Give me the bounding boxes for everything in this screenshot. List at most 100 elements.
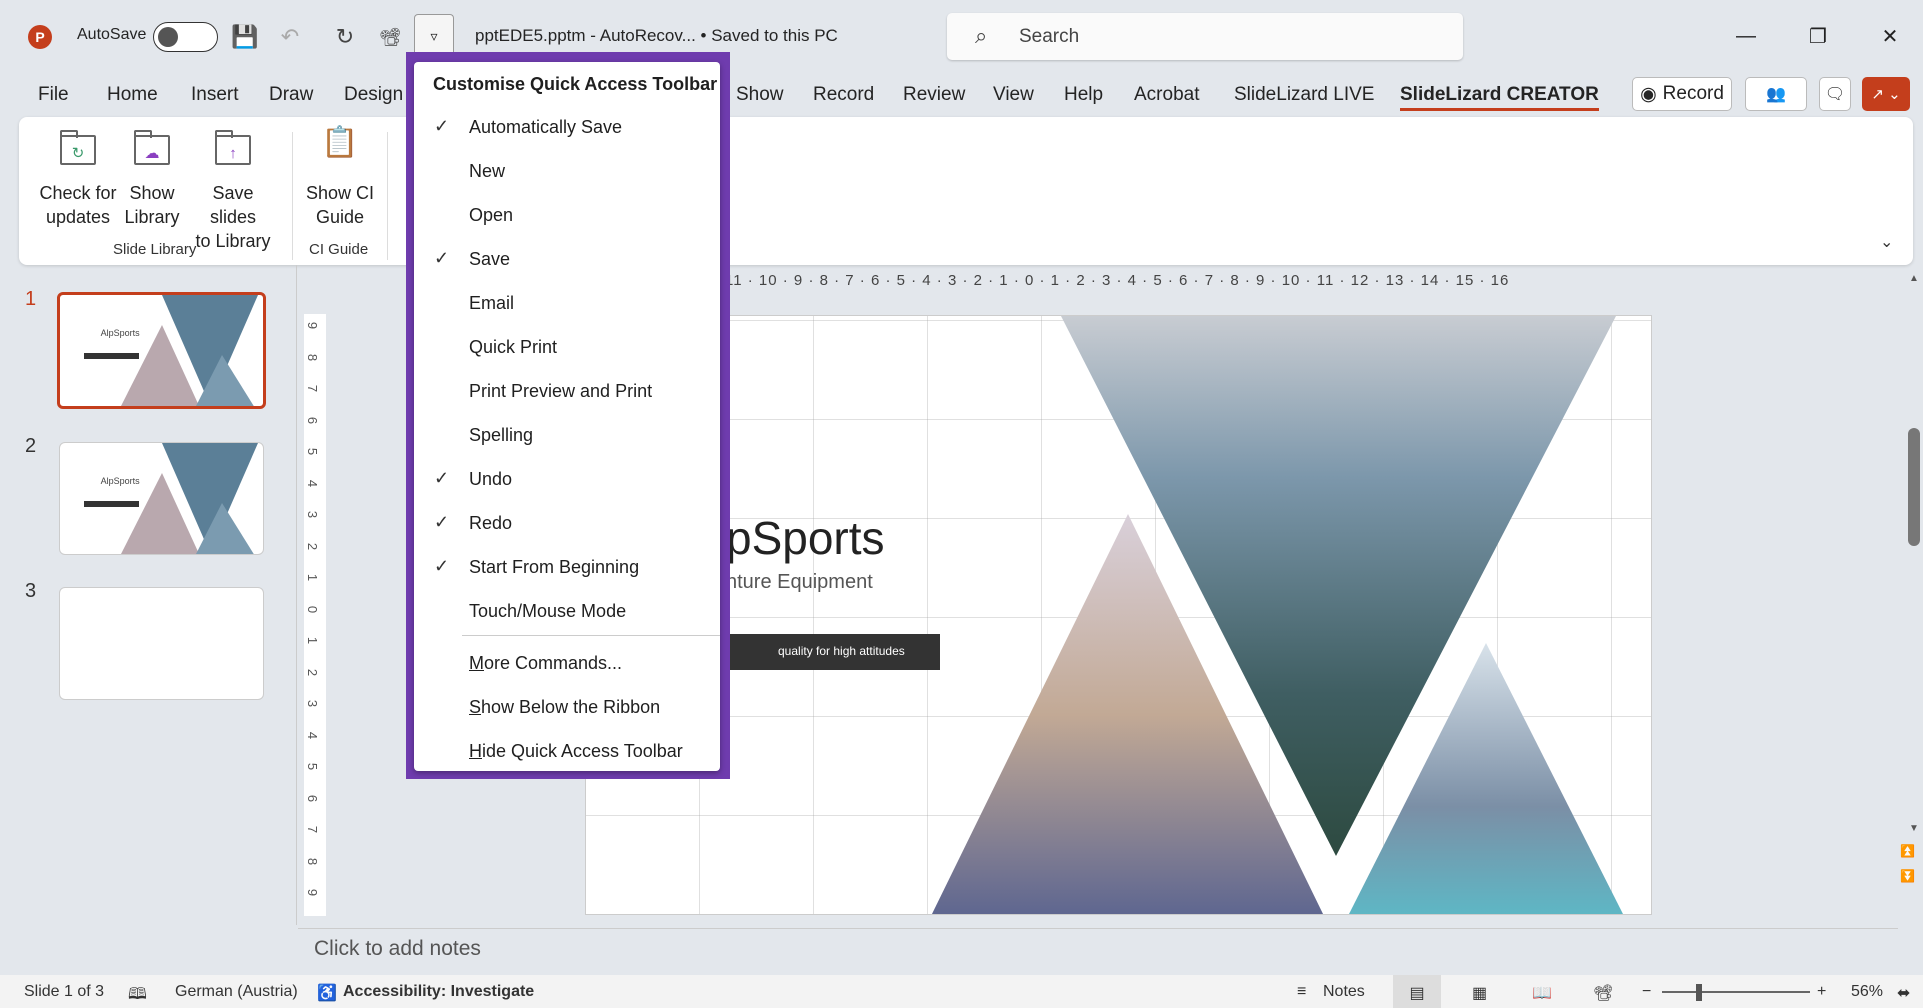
menu-item-print-preview-and-print[interactable]: Print Preview and Print <box>414 370 720 414</box>
tab-slide-show[interactable]: Show <box>736 84 784 106</box>
ruler-tick-label: 9 <box>305 321 321 330</box>
menu-item-email[interactable]: Email <box>414 282 720 326</box>
start-from-beginning-icon[interactable]: 📽 <box>375 22 405 52</box>
teams-button[interactable]: 👥 <box>1745 77 1807 111</box>
slide-title[interactable]: pSports <box>726 511 885 565</box>
slide-thumbnail-2[interactable]: AlpSports <box>59 442 264 555</box>
ruler-tick-label: 8 <box>305 857 321 865</box>
tab-slidelizard-live[interactable]: SlideLizard LIVE <box>1234 84 1374 106</box>
pane-divider[interactable] <box>296 265 297 925</box>
menu-item-new[interactable]: New <box>414 150 720 194</box>
tab-draw[interactable]: Draw <box>269 84 313 106</box>
reading-view-icon[interactable]: 📖 <box>1532 983 1552 1003</box>
button-label: Guide <box>315 207 365 227</box>
menu-command-more-commands-[interactable]: More Commands... <box>414 642 720 686</box>
slideshow-view-icon[interactable]: 📽 <box>1593 983 1613 1003</box>
notes-toggle[interactable]: Notes <box>1323 983 1365 1001</box>
menu-item-undo[interactable]: ✓ Undo <box>414 458 720 502</box>
comments-button[interactable]: 🗨 <box>1819 77 1851 111</box>
menu-item-save[interactable]: ✓ Save <box>414 238 720 282</box>
share-button[interactable]: ↗ ⌄ <box>1862 77 1910 111</box>
notes-pane[interactable]: Click to add notes <box>298 928 1898 970</box>
collapse-ribbon-icon[interactable]: ⌄ <box>1880 232 1893 252</box>
share-icon: ↗ ⌄ <box>1871 86 1901 103</box>
menu-item-automatically-save[interactable]: ✓ Automatically Save <box>414 106 720 150</box>
ruler-tick-label: 2 <box>305 668 321 676</box>
close-icon[interactable]: ✕ <box>1870 18 1910 54</box>
tab-record[interactable]: Record <box>813 84 874 106</box>
tab-review[interactable]: Review <box>903 84 965 106</box>
ruler-tick-label: 1 <box>305 636 321 645</box>
tab-help[interactable]: Help <box>1064 84 1103 106</box>
save-slides-to-library-button[interactable]: ↑ Save slides to Library <box>188 130 278 253</box>
menu-command-hide-quick-access-toolbar[interactable]: Hide Quick Access Toolbar <box>414 730 720 774</box>
tab-slidelizard-creator[interactable]: SlideLizard CREATOR <box>1400 84 1599 111</box>
fit-to-window-icon[interactable]: ⬌ <box>1897 983 1910 1003</box>
menu-item-label: Automatically Save <box>469 117 623 137</box>
record-button[interactable]: ◉ Record <box>1632 77 1732 111</box>
scroll-down-icon[interactable]: ▼ <box>1909 823 1919 834</box>
button-label: Library <box>124 207 180 227</box>
accelerator-key: S <box>469 697 482 717</box>
tab-file[interactable]: File <box>38 84 69 106</box>
zoom-level[interactable]: 56% <box>1851 983 1883 1001</box>
command-text: ide Quick Access Toolbar <box>482 741 683 761</box>
undo-icon[interactable]: ↶ <box>275 22 305 52</box>
button-label: Show <box>129 183 175 203</box>
accessibility-status[interactable]: Accessibility: Investigate <box>343 983 534 1001</box>
language-indicator[interactable]: German (Austria) <box>175 983 298 1001</box>
upload-folder-icon: ↑ <box>213 130 253 169</box>
thumb-image <box>121 443 258 554</box>
autosave-toggle[interactable] <box>153 22 218 52</box>
restore-icon[interactable]: ❐ <box>1798 18 1838 54</box>
next-slide-icon[interactable]: ⏬ <box>1900 870 1915 882</box>
zoom-slider[interactable] <box>1662 991 1810 993</box>
menu-item-label: Start From Beginning <box>469 557 640 577</box>
menu-item-touch-mouse-mode[interactable]: Touch/Mouse Mode <box>414 590 720 634</box>
menu-command-show-below-the-ribbon[interactable]: Show Below the Ribbon <box>414 686 720 730</box>
minimize-icon[interactable]: — <box>1726 18 1766 54</box>
search-box[interactable]: ⌕ Search <box>947 13 1463 60</box>
slide-sorter-icon[interactable]: ▦ <box>1472 983 1487 1003</box>
button-label: Check for <box>39 183 117 203</box>
menu-item-label: New <box>469 161 506 181</box>
slide-thumbnail-1[interactable]: AlpSports <box>57 292 266 409</box>
slide-canvas[interactable]: pSports nture Equipment quality for high… <box>585 315 1652 915</box>
search-input[interactable]: Search <box>1019 26 1079 48</box>
tab-home[interactable]: Home <box>107 84 158 106</box>
check-for-updates-button[interactable]: ↻ Check for updates <box>38 130 118 229</box>
tab-view[interactable]: View <box>993 84 1034 106</box>
menu-item-spelling[interactable]: Spelling <box>414 414 720 458</box>
menu-item-label: Redo <box>469 513 513 533</box>
group-divider <box>292 132 293 260</box>
slide-subtitle[interactable]: nture Equipment <box>726 571 873 594</box>
notes-placeholder[interactable]: Click to add notes <box>314 937 481 961</box>
spell-check-icon[interactable]: 🕮 <box>128 983 147 1008</box>
zoom-out-icon[interactable]: − <box>1642 983 1651 1001</box>
menu-item-redo[interactable]: ✓ Redo <box>414 502 720 546</box>
save-icon[interactable]: 💾 <box>230 22 260 52</box>
vertical-ruler: 9 8 7 6 5 4 3 2 1 0 1 2 3 4 5 6 7 8 9 <box>304 314 326 916</box>
menu-item-start-from-beginning[interactable]: ✓ Start From Beginning <box>414 546 720 590</box>
ruler-tick-label: 9 <box>305 888 321 897</box>
menu-item-quick-print[interactable]: Quick Print <box>414 326 720 370</box>
normal-view-icon[interactable]: ▤ <box>1393 975 1441 1008</box>
previous-slide-icon[interactable]: ⏫ <box>1900 845 1915 857</box>
button-label: to Library <box>195 231 271 251</box>
show-library-button[interactable]: ☁ Show Library <box>124 130 180 229</box>
menu-item-open[interactable]: Open <box>414 194 720 238</box>
redo-icon[interactable]: ↻ <box>330 22 360 52</box>
slide-thumbnail-3[interactable] <box>59 587 264 700</box>
scroll-thumb[interactable] <box>1908 428 1920 546</box>
group-divider <box>387 132 388 260</box>
ruler-tick-label: 4 <box>305 731 321 739</box>
tab-insert[interactable]: Insert <box>191 84 239 106</box>
show-ci-guide-button[interactable]: 📋 Show CI Guide <box>304 128 376 229</box>
zoom-slider-thumb[interactable] <box>1696 984 1702 1001</box>
group-label-ci-guide: CI Guide <box>309 241 369 258</box>
scroll-up-icon[interactable]: ▲ <box>1909 273 1919 284</box>
zoom-in-icon[interactable]: + <box>1817 983 1826 1001</box>
tab-acrobat[interactable]: Acrobat <box>1134 84 1199 106</box>
tab-design[interactable]: Design <box>344 84 403 106</box>
vertical-scrollbar[interactable]: ▲ ▼ <box>1905 265 1923 855</box>
